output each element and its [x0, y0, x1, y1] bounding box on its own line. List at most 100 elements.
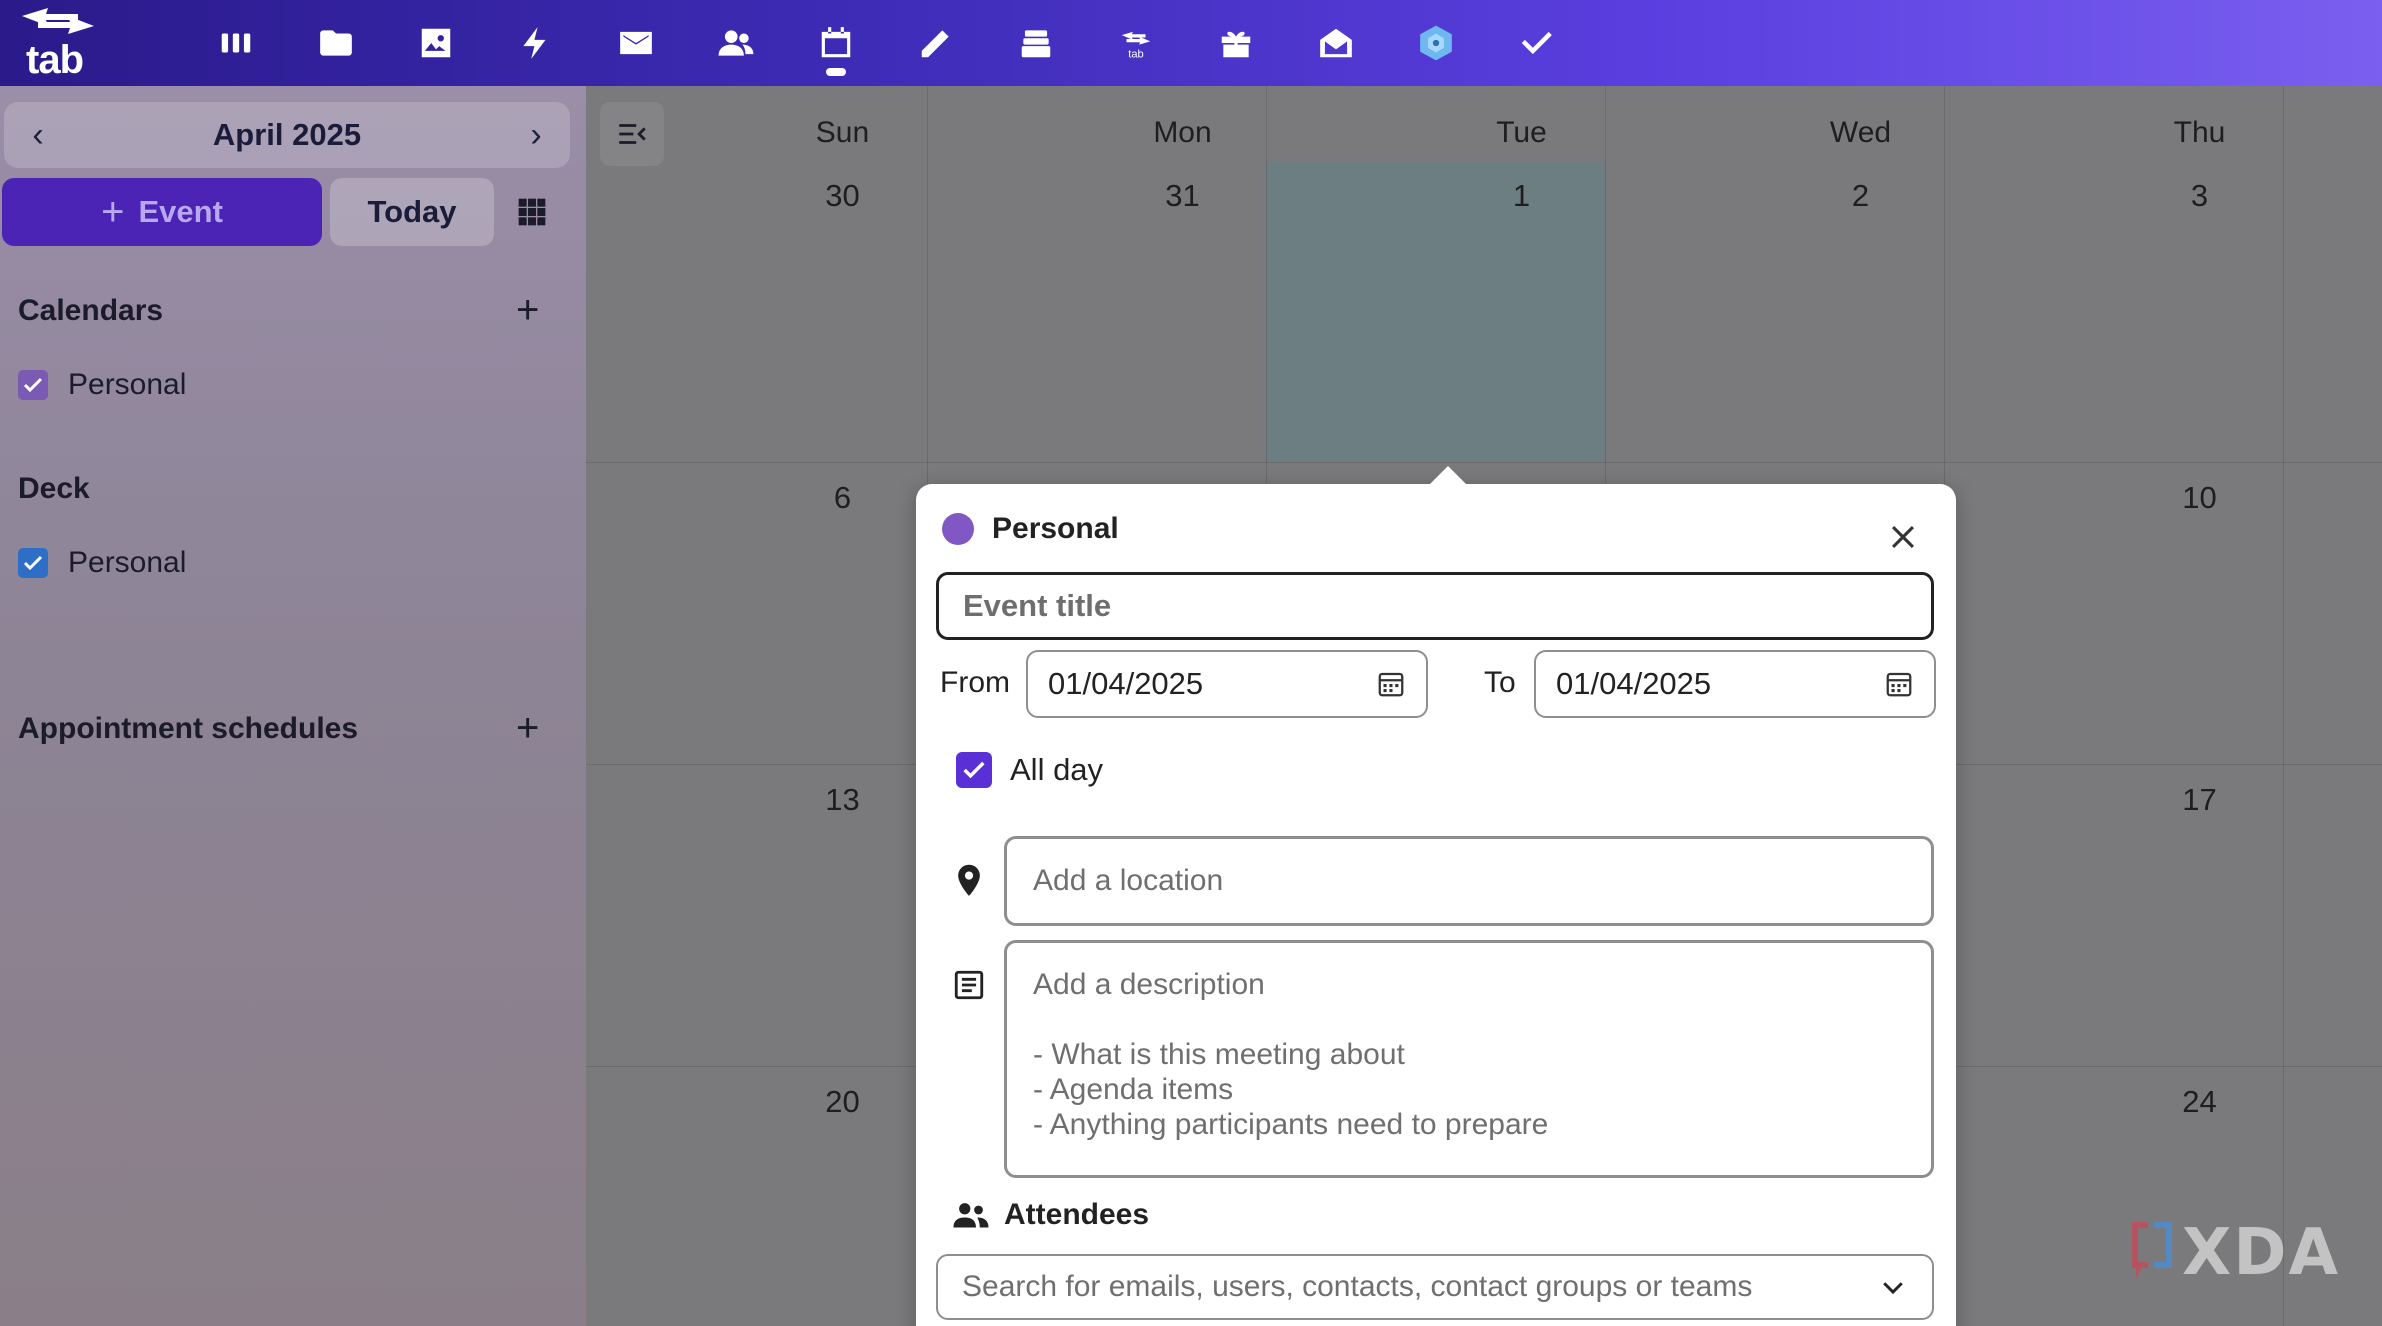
day-number[interactable]: 3	[2030, 178, 2369, 214]
calendar-icon	[821, 27, 851, 58]
activity-icon	[523, 27, 546, 59]
day-number[interactable]: 10	[2030, 480, 2369, 516]
deck-heading: Deck	[18, 472, 90, 505]
to-date-field[interactable]: 01/04/2025	[1534, 650, 1936, 718]
tab-logo[interactable]: tab	[18, 4, 104, 82]
mail-icon	[620, 31, 652, 55]
open-mail-icon	[1320, 28, 1352, 58]
people-icon	[953, 1203, 989, 1228]
app-photos[interactable]	[386, 12, 486, 74]
all-day-checkbox[interactable]	[956, 752, 992, 788]
top-app-bar: tab tab	[0, 0, 2382, 86]
day-header-wed: Wed	[1829, 116, 1892, 149]
checkmark-icon	[23, 555, 43, 571]
deck-icon	[1021, 30, 1051, 58]
app-dashboard[interactable]	[186, 12, 286, 74]
day-number[interactable]: 2	[1691, 178, 2030, 214]
day-number[interactable]: 24	[2030, 1084, 2369, 1120]
popover-caret	[1428, 466, 1468, 486]
toggle-sidebar-button[interactable]	[600, 102, 664, 166]
chevron-down-icon[interactable]	[1878, 1272, 1908, 1302]
to-label: To	[1484, 666, 1516, 699]
new-event-button[interactable]: + Event	[2, 178, 322, 246]
app-notes[interactable]	[886, 12, 986, 74]
calendar-item-label: Personal	[68, 368, 187, 401]
grid-icon	[518, 198, 546, 226]
calendars-heading: Calendars	[18, 294, 164, 327]
app-hexagon[interactable]	[1386, 12, 1486, 74]
month-navigator: ‹ April 2025 ›	[4, 102, 570, 168]
dashboard-icon	[221, 33, 251, 53]
xda-watermark-text: XDA	[2182, 1216, 2340, 1290]
calendar-name: Personal	[992, 512, 1119, 545]
chevron-right-icon: ›	[530, 115, 542, 154]
attendees-heading: Attendees	[952, 1198, 1149, 1232]
day-number[interactable]: 31	[1013, 178, 1352, 214]
appointment-schedules-heading: Appointment schedules	[18, 712, 359, 745]
app-deck[interactable]	[986, 12, 1086, 74]
deck-item-personal[interactable]: Personal	[18, 546, 186, 580]
add-appointment-schedule-button[interactable]: +	[516, 708, 539, 748]
day-header-thu: Thu	[2173, 116, 2226, 149]
tab-app-icon: tab	[1121, 31, 1151, 60]
calendar-item-personal[interactable]: Personal	[18, 368, 186, 402]
add-calendar-button[interactable]: +	[516, 290, 539, 330]
attendees-search-select[interactable]: Search for emails, users, contacts, cont…	[936, 1254, 1934, 1320]
day-header-sun: Sun	[815, 116, 870, 149]
hexagon-app-icon	[1420, 25, 1452, 61]
deck-checkbox[interactable]	[18, 548, 48, 578]
deck-item-label: Personal	[68, 546, 187, 579]
tasks-check-icon	[1521, 31, 1552, 55]
day-number[interactable]: 1	[1352, 178, 1691, 214]
all-day-toggle[interactable]: All day	[956, 752, 1103, 788]
plus-icon: +	[516, 288, 540, 332]
app-tasks[interactable]	[1486, 12, 1586, 74]
plus-icon: +	[101, 190, 125, 234]
close-icon	[1891, 525, 1915, 549]
day-header-mon: Mon	[1153, 116, 1212, 149]
app-gift[interactable]	[1186, 12, 1286, 74]
day-number[interactable]: 17	[2030, 782, 2369, 818]
location-input[interactable]	[1004, 836, 1934, 926]
month-label[interactable]: April 2025	[4, 102, 570, 168]
calendar-picker-icon[interactable]	[1884, 669, 1914, 699]
next-month-button[interactable]: ›	[506, 102, 566, 168]
close-button[interactable]	[1886, 520, 1920, 554]
photos-icon	[421, 28, 451, 58]
app-mail[interactable]	[586, 12, 686, 74]
description-icon	[954, 970, 984, 1000]
files-icon	[320, 30, 352, 56]
day-number[interactable]: 30	[673, 178, 1012, 214]
from-date-field[interactable]: 01/04/2025	[1026, 650, 1428, 718]
notes-icon	[921, 30, 949, 58]
calendar-picker[interactable]: Personal	[942, 512, 1119, 546]
checkmark-icon	[23, 377, 43, 393]
svg-text:tab: tab	[1128, 48, 1143, 60]
menu-collapse-icon	[619, 124, 646, 144]
app-files[interactable]	[286, 12, 386, 74]
app-open-mail[interactable]	[1286, 12, 1386, 74]
checkmark-icon	[963, 761, 985, 779]
today-button[interactable]: Today	[330, 178, 494, 246]
contacts-icon	[718, 30, 754, 56]
calendar-sidebar: ‹ April 2025 › + Event Today Calendars +…	[0, 86, 586, 1326]
all-day-label: All day	[1010, 752, 1104, 787]
app-calendar[interactable]	[786, 12, 886, 76]
app-contacts[interactable]	[686, 12, 786, 74]
new-event-label: Event	[138, 194, 223, 229]
event-title-input[interactable]	[936, 572, 1934, 640]
calendar-picker-icon[interactable]	[1376, 669, 1406, 699]
calendar-checkbox[interactable]	[18, 370, 48, 400]
from-date-value: 01/04/2025	[1048, 666, 1204, 701]
calendar-color-dot	[942, 513, 974, 545]
view-switcher-button[interactable]	[512, 192, 552, 232]
new-event-popover: Personal From 01/04/2025 To 01/04/2025 A…	[916, 466, 1956, 1326]
logo-arrows-icon	[22, 8, 94, 34]
location-pin-icon	[958, 864, 980, 896]
gift-icon	[1221, 31, 1251, 58]
xda-logo-icon	[2132, 1222, 2172, 1278]
description-input[interactable]	[1004, 940, 1934, 1178]
app-activity[interactable]	[486, 12, 586, 74]
app-tab[interactable]: tab	[1086, 12, 1186, 74]
logo-text: tab	[26, 38, 84, 82]
